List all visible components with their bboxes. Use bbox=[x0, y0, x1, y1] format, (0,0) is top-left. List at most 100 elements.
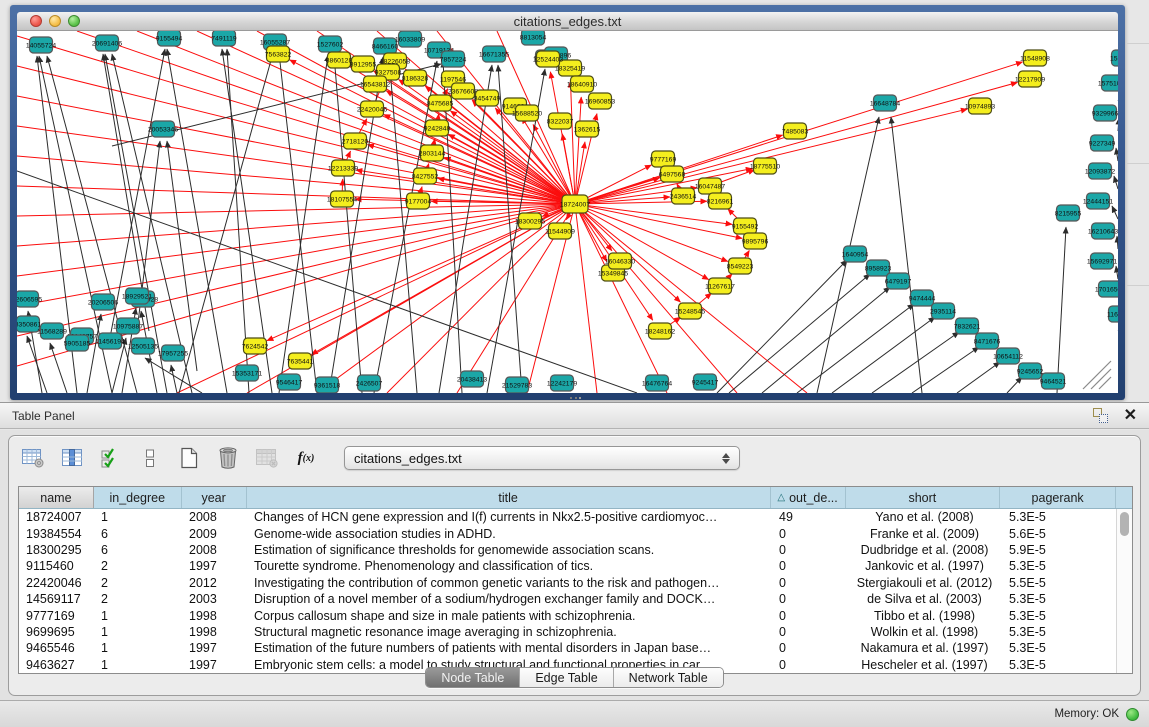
table-row[interactable]: 1872400712008Changes of HCN gene express… bbox=[19, 509, 1132, 525]
graph-node[interactable]: 16648784 bbox=[870, 95, 900, 111]
graph-node[interactable]: 12444151 bbox=[1083, 193, 1113, 209]
network-window-titlebar[interactable]: citations_edges.txt bbox=[17, 12, 1118, 31]
graph-node[interactable]: 16960853 bbox=[585, 93, 615, 109]
graph-node[interactable]: 7857224 bbox=[440, 51, 467, 67]
column-header-name[interactable]: name bbox=[19, 487, 94, 508]
graph-edge[interactable] bbox=[17, 66, 575, 204]
graph-node[interactable]: 12524403 bbox=[533, 51, 563, 67]
graph-node[interactable]: 21529783 bbox=[502, 377, 532, 393]
graph-node[interactable]: 16047487 bbox=[695, 178, 725, 194]
graph-node[interactable]: 22420046 bbox=[357, 101, 387, 117]
graph-node[interactable]: 1362615 bbox=[574, 121, 601, 137]
graph-node[interactable]: 8912955 bbox=[350, 56, 377, 72]
graph-node[interactable]: 14055724 bbox=[26, 37, 56, 53]
graph-edge[interactable] bbox=[1057, 227, 1066, 393]
graph-node[interactable]: 9546417 bbox=[276, 374, 303, 390]
graph-edge[interactable] bbox=[50, 343, 67, 393]
graph-node[interactable]: 9245417 bbox=[692, 374, 719, 390]
graph-edge[interactable] bbox=[912, 347, 979, 393]
graph-node[interactable]: 8427552 bbox=[412, 168, 439, 184]
graph-node[interactable]: 9474444 bbox=[909, 290, 936, 306]
graph-node[interactable]: 1167533 bbox=[1107, 306, 1118, 322]
graph-node[interactable]: 8454749 bbox=[474, 90, 501, 106]
new-table-icon[interactable] bbox=[176, 446, 202, 470]
column-header-year[interactable]: year bbox=[182, 487, 247, 508]
graph-node[interactable]: 16033809 bbox=[395, 31, 425, 47]
graph-edge[interactable] bbox=[1117, 236, 1118, 249]
graph-node[interactable]: 12213339 bbox=[328, 160, 358, 176]
column-header-pagerank[interactable]: pagerank bbox=[1000, 487, 1116, 508]
graph-node[interactable]: 11548908 bbox=[1020, 50, 1050, 66]
graph-node[interactable]: 8471676 bbox=[974, 333, 1001, 349]
graph-node[interactable]: 6497568 bbox=[659, 166, 686, 182]
graph-node[interactable]: 9464521 bbox=[1040, 373, 1067, 389]
graph-node[interactable]: 9177004 bbox=[405, 193, 432, 209]
graph-node[interactable]: 7832621 bbox=[954, 318, 981, 334]
network-canvas[interactable]: 1405572420691406915549474911191605528715… bbox=[17, 31, 1118, 393]
graph-node[interactable]: 12093872 bbox=[1085, 163, 1115, 179]
column-header-out-de-[interactable]: △out_de... bbox=[771, 487, 846, 508]
tab-network-table[interactable]: Network Table bbox=[614, 668, 723, 687]
graph-edge[interactable] bbox=[957, 362, 1000, 393]
graph-node[interactable]: 12505135 bbox=[128, 338, 158, 354]
graph-node[interactable]: 7491119 bbox=[211, 31, 237, 46]
graph-edge[interactable] bbox=[1114, 176, 1118, 189]
table-scrollbar[interactable] bbox=[1116, 509, 1132, 673]
graph-node[interactable]: 11544909 bbox=[545, 223, 575, 239]
unselect-all-icon[interactable] bbox=[137, 446, 163, 470]
graph-node[interactable]: 8186328 bbox=[402, 70, 429, 86]
graph-node[interactable]: 2803144 bbox=[419, 145, 446, 161]
graph-node[interactable]: 20691406 bbox=[92, 35, 122, 51]
graph-node[interactable]: 2935114 bbox=[930, 303, 956, 319]
table-row[interactable]: 969969511998Structural magnetic resonanc… bbox=[19, 624, 1132, 640]
graph-node[interactable]: 9329966 bbox=[1092, 105, 1118, 121]
graph-node[interactable]: 18929521 bbox=[122, 288, 152, 304]
graph-node[interactable]: 20053346 bbox=[148, 121, 178, 137]
graph-edge[interactable] bbox=[171, 365, 177, 393]
graph-node[interactable]: 16210643 bbox=[1088, 223, 1118, 239]
table-row[interactable]: 911546021997Tourette syndrome. Phenomeno… bbox=[19, 558, 1132, 574]
graph-node[interactable]: 18107554 bbox=[327, 191, 357, 207]
table-row[interactable]: 977716911998Corpus callosum shape and si… bbox=[19, 607, 1132, 623]
function-builder-icon[interactable]: f(x) bbox=[293, 446, 319, 470]
graph-node[interactable]: 15688520 bbox=[512, 105, 542, 121]
graph-node[interactable]: 15692971 bbox=[1087, 253, 1117, 269]
graph-node[interactable]: 7563822 bbox=[265, 46, 292, 62]
graph-edge[interactable] bbox=[575, 97, 581, 204]
graph-edge[interactable] bbox=[575, 82, 1017, 204]
table-row[interactable]: 946554611997Estimation of the future num… bbox=[19, 640, 1132, 656]
graph-node[interactable]: 5905185 bbox=[64, 335, 91, 351]
graph-edge[interactable] bbox=[1112, 206, 1118, 219]
graph-edge[interactable] bbox=[1116, 266, 1118, 279]
graph-edge[interactable] bbox=[87, 314, 101, 393]
graph-node[interactable]: 9242848 bbox=[424, 120, 451, 136]
graph-node[interactable]: 9361518 bbox=[314, 377, 341, 393]
graph-node[interactable]: 8549223 bbox=[727, 258, 754, 274]
graph-node[interactable]: 9777169 bbox=[650, 151, 677, 167]
graph-edge[interactable] bbox=[575, 204, 807, 393]
delete-table-icon[interactable] bbox=[254, 446, 280, 470]
graph-node[interactable]: 8216961 bbox=[707, 193, 734, 209]
graph-node[interactable]: 9155492 bbox=[732, 218, 759, 234]
graph-node[interactable]: 9895796 bbox=[742, 233, 769, 249]
graph-node[interactable]: 12217909 bbox=[1015, 71, 1045, 87]
graph-node[interactable]: 11267617 bbox=[705, 278, 735, 294]
graph-node[interactable]: 2436514 bbox=[670, 188, 697, 204]
graph-edge[interactable] bbox=[575, 204, 709, 280]
graph-node[interactable]: 16476764 bbox=[642, 375, 672, 391]
graph-node[interactable]: 8322037 bbox=[547, 113, 574, 129]
graph-node[interactable]: 9227349 bbox=[1089, 135, 1116, 151]
graph-node[interactable]: 15248545 bbox=[675, 303, 705, 319]
table-row[interactable]: 1938455462009Genome-wide association stu… bbox=[19, 525, 1132, 541]
graph-node[interactable]: 16046330 bbox=[605, 253, 635, 269]
graph-node[interactable]: 15751074 bbox=[1098, 75, 1118, 91]
close-window-button[interactable] bbox=[30, 15, 42, 27]
graph-node[interactable]: 9245652 bbox=[1017, 363, 1044, 379]
graph-node[interactable]: 18724007 bbox=[560, 195, 590, 213]
graph-edge[interactable] bbox=[167, 49, 227, 393]
close-panel-icon[interactable]: ✕ bbox=[1124, 409, 1137, 423]
zoom-window-button[interactable] bbox=[68, 15, 80, 27]
network-view-window[interactable]: citations_edges.txt 14055724 20691406 9155… bbox=[10, 5, 1125, 400]
graph-edge[interactable] bbox=[17, 96, 575, 204]
graph-node[interactable]: 8813054 bbox=[520, 31, 547, 45]
